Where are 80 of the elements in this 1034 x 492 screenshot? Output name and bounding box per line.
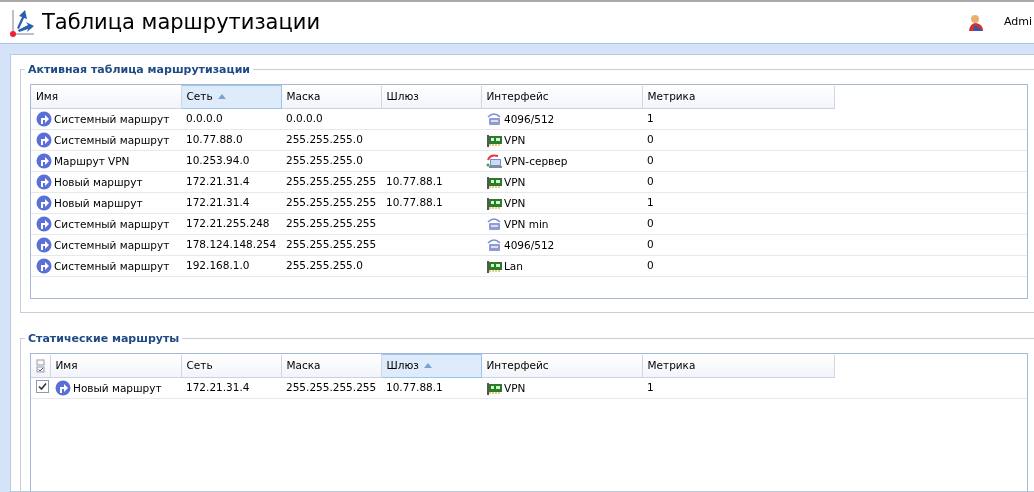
sort-arrow-icon: [423, 363, 432, 369]
network-cell: 10.77.88.0: [186, 133, 243, 146]
column-header[interactable]: Интерфейс: [481, 354, 642, 378]
mask-cell: 255.255.255.0: [286, 154, 363, 167]
column-header[interactable]: Маска: [281, 354, 381, 378]
column-header[interactable]: Метрика: [642, 85, 835, 109]
route-icon: [36, 236, 52, 253]
route-icon: [36, 131, 52, 148]
column-header[interactable]: Маска: [281, 85, 381, 109]
network-cell: 172.21.255.248: [186, 217, 270, 230]
sort-arrow-icon: [217, 94, 226, 100]
interface-name: VPN: [504, 196, 526, 209]
column-header[interactable]: Шлюз: [381, 85, 481, 109]
gateway-cell: 10.77.88.1: [386, 175, 443, 188]
metric-cell: 0: [647, 238, 654, 251]
mask-cell: 255.255.255.255: [286, 196, 377, 209]
user-name[interactable]: Admi: [1003, 14, 1032, 31]
modem-icon: [486, 236, 502, 253]
column-header[interactable]: Интерфейс: [481, 85, 642, 109]
mask-cell: 255.255.255.255: [286, 217, 377, 230]
gateway-cell: 10.77.88.1: [386, 381, 443, 394]
metric-cell: 0: [647, 217, 654, 230]
route-name: Системный маршрут: [54, 133, 170, 146]
interface-name: VPN min: [504, 217, 549, 230]
mask-cell: 255.255.255.0: [286, 259, 363, 272]
network-cell: 172.21.31.4: [186, 196, 250, 209]
route-icon: [36, 215, 52, 232]
route-name: Системный маршрут: [54, 238, 170, 251]
route-name: Новый маршрут: [54, 196, 143, 209]
route-name: Новый маршрут: [54, 175, 143, 188]
mask-cell: 0.0.0.0: [286, 112, 323, 125]
mask-cell: 255.255.255.0: [286, 133, 363, 146]
column-header[interactable]: Сеть: [181, 354, 281, 378]
column-header[interactable]: Имя: [31, 85, 181, 109]
interface-name: VPN: [504, 381, 526, 394]
metric-cell: 0: [647, 175, 654, 188]
mask-cell: 255.255.255.255: [286, 381, 377, 394]
routing-table-icon: [8, 7, 36, 38]
checkbox[interactable]: [36, 380, 49, 394]
mask-cell: 255.255.255.255: [286, 175, 377, 188]
network-cell: 192.168.1.0: [186, 259, 250, 272]
metric-cell: 1: [647, 196, 654, 209]
interface-name: VPN-сервер: [504, 154, 568, 167]
interface-name: Lan: [504, 259, 523, 272]
route-name: Системный маршрут: [54, 112, 170, 125]
route-name: Системный маршрут: [54, 217, 170, 230]
route-icon: [36, 173, 52, 190]
metric-cell: 0: [647, 154, 654, 167]
column-header[interactable]: Шлюз: [381, 354, 481, 378]
route-icon: [36, 257, 52, 274]
network-cell: 0.0.0.0: [186, 112, 223, 125]
route-name: Маршрут VPN: [54, 154, 130, 167]
metric-cell: 0: [647, 259, 654, 272]
column-header[interactable]: Имя: [50, 354, 181, 378]
gateway-cell: 10.77.88.1: [386, 196, 443, 209]
page-title: Таблица маршрутизации: [42, 8, 321, 36]
metric-cell: 0: [647, 133, 654, 146]
metric-cell: 1: [647, 112, 654, 125]
route-name: Системный маршрут: [54, 259, 170, 272]
interface-name: VPN: [504, 133, 526, 146]
metric-cell: 1: [647, 381, 654, 394]
user-icon: [967, 13, 984, 32]
network-cell: 178.124.148.254: [186, 238, 277, 251]
route-icon: [36, 194, 52, 211]
column-header[interactable]: Метрика: [642, 354, 835, 378]
column-header[interactable]: Сеть: [181, 85, 281, 109]
network-cell: 172.21.31.4: [186, 175, 250, 188]
route-icon: [36, 110, 52, 127]
vpn-server-icon: [486, 152, 502, 169]
mask-cell: 255.255.255.255: [286, 238, 377, 251]
network-cell: 10.253.94.0: [186, 154, 250, 167]
route-name: Новый маршрут: [73, 381, 162, 394]
modem-icon: [486, 110, 502, 127]
interface-name: 4096/512: [504, 112, 555, 125]
modem-icon: [486, 215, 502, 232]
interface-name: VPN: [504, 175, 526, 188]
route-icon: [36, 152, 52, 169]
network-cell: 172.21.31.4: [186, 381, 250, 394]
route-icon: [55, 379, 71, 396]
interface-name: 4096/512: [504, 238, 555, 251]
